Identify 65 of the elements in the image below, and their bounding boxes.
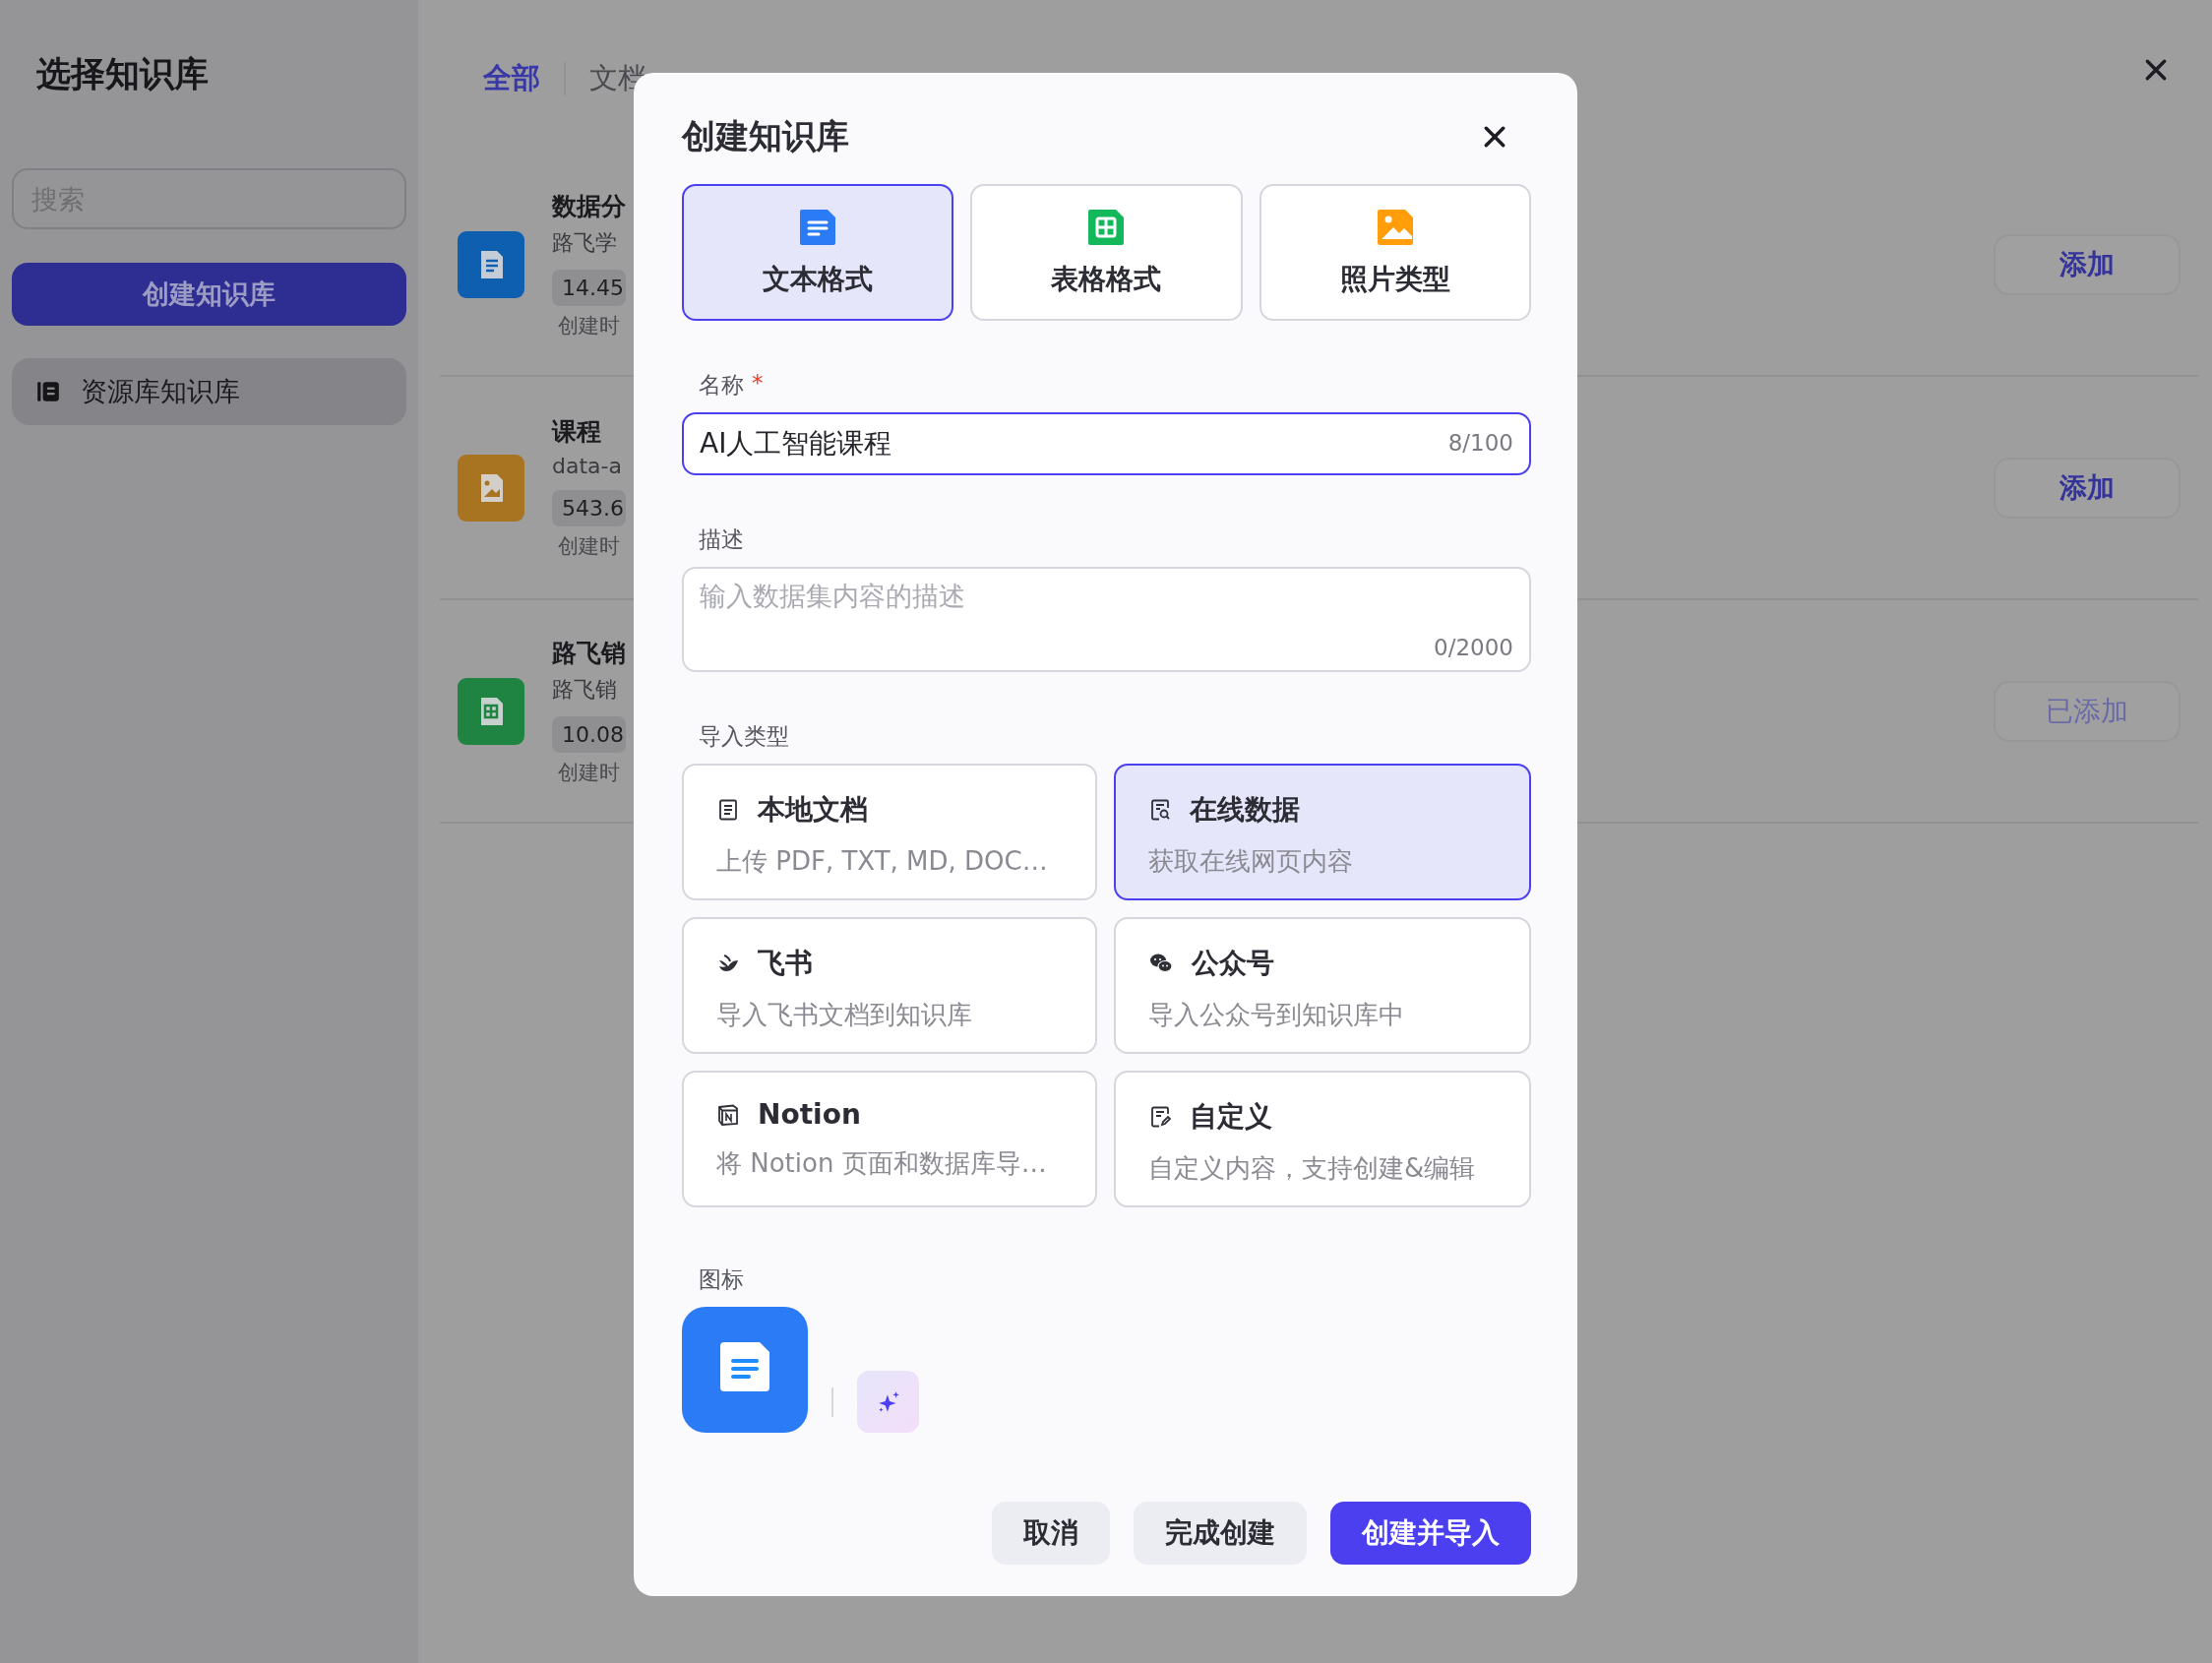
create-and-import-button[interactable]: 创建并导入 (1330, 1502, 1531, 1565)
format-option[interactable]: 照片类型 (1259, 184, 1531, 321)
size-tag: 10.08 (552, 715, 626, 753)
field-label: 描述 (699, 525, 744, 554)
panel-title: 选择知识库 (36, 53, 210, 95)
import-type-description: 上传 PDF, TXT, MD, DOC… (716, 845, 1049, 878)
import-type-title: 飞书 (758, 946, 813, 981)
created-time: 创建时 (558, 312, 620, 339)
field-label: 图标 (699, 1265, 744, 1294)
library-description: data-a (552, 454, 622, 478)
import-type-option[interactable]: 飞书 导入飞书文档到知识库 (682, 917, 1097, 1054)
document-icon (458, 230, 524, 298)
add-button[interactable]: 添加 (1994, 457, 2181, 519)
book-icon (35, 379, 61, 404)
close-icon[interactable] (2143, 57, 2169, 83)
import-type-title: 自定义 (1190, 1099, 1272, 1135)
import-type-option[interactable]: 在线数据 获取在线网页内容 (1114, 764, 1531, 900)
letter-n-box-icon (716, 1102, 740, 1127)
create-library-button[interactable]: 创建知识库 (12, 263, 406, 326)
import-type-title: 本地文档 (758, 792, 868, 828)
table-icon (458, 677, 524, 745)
size-tag: 14.45 (552, 269, 626, 306)
import-type-description: 自定义内容，支持创建&编辑 (1148, 1152, 1477, 1185)
close-icon[interactable] (1482, 124, 1507, 150)
import-type-description: 导入公众号到知识库中 (1148, 999, 1405, 1031)
import-type-title: 公众号 (1192, 946, 1274, 981)
library-title: 课程 (552, 416, 601, 448)
field-label: 名称 (699, 371, 744, 400)
finish-button[interactable]: 完成创建 (1134, 1502, 1307, 1565)
document-icon (798, 207, 838, 247)
import-type-option[interactable]: 自定义 自定义内容，支持创建&编辑 (1114, 1071, 1531, 1207)
import-type-title: Notion (758, 1098, 861, 1131)
cancel-button[interactable]: 取消 (992, 1502, 1110, 1565)
library-title: 路飞销 (552, 637, 626, 669)
import-type-option[interactable]: 公众号 导入公众号到知识库中 (1114, 917, 1531, 1054)
character-counter: 8/100 (1447, 430, 1513, 456)
sidebar-item[interactable]: 资源库知识库 (12, 358, 406, 425)
library-description: 路飞销 (552, 675, 617, 704)
document-icon (716, 798, 740, 822)
required-mark: * (752, 370, 764, 398)
created-time: 创建时 (558, 759, 620, 786)
field-label: 导入类型 (699, 722, 789, 751)
edit-document-icon (1148, 1105, 1172, 1129)
document-search-icon (1148, 798, 1172, 822)
created-time: 创建时 (558, 533, 620, 560)
library-description: 路飞学 (552, 228, 617, 257)
import-type-description: 导入飞书文档到知识库 (716, 999, 973, 1031)
document-icon[interactable] (682, 1307, 808, 1433)
import-type-option[interactable]: 本地文档 上传 PDF, TXT, MD, DOC… (682, 764, 1097, 900)
sparkle-button[interactable] (857, 1371, 919, 1433)
add-button[interactable]: 添加 (1994, 233, 2181, 295)
import-type-option[interactable]: Notion 将 Notion 页面和数据库导… (682, 1071, 1097, 1207)
format-option[interactable]: 表格格式 (970, 184, 1243, 321)
import-type-description: 将 Notion 页面和数据库导… (716, 1147, 1048, 1180)
import-type-title: 在线数据 (1190, 792, 1300, 828)
import-type-description: 获取在线网页内容 (1148, 845, 1354, 878)
table-icon (1086, 207, 1127, 247)
size-tag: 543.6 (552, 490, 626, 526)
chat-bubbles-icon (1148, 952, 1174, 975)
library-title: 数据分 (552, 190, 626, 222)
character-counter: 0/2000 (1434, 635, 1513, 660)
picture-icon (458, 454, 524, 522)
picture-icon (1375, 207, 1415, 247)
dialog-title: 创建知识库 (682, 115, 849, 157)
format-option[interactable]: 文本格式 (682, 184, 954, 321)
